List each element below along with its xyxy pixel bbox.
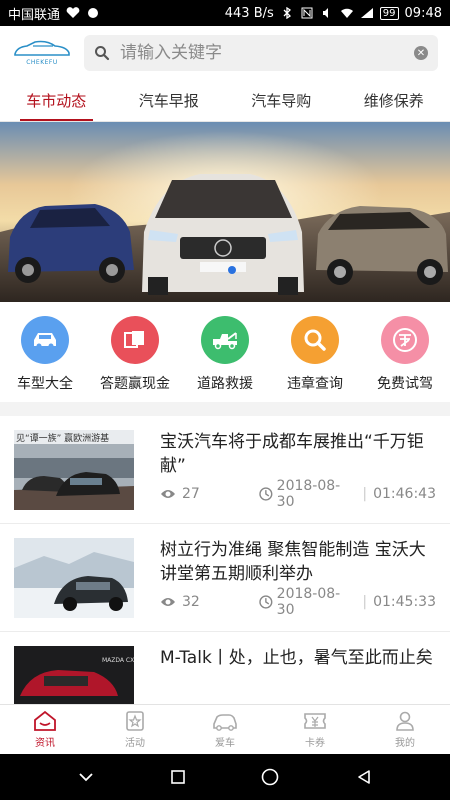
- bluetooth-icon: [283, 7, 291, 19]
- carrier-label: 中国联通: [8, 7, 61, 23]
- banner-carousel[interactable]: [0, 122, 450, 302]
- quick-action-label: 车型大全: [17, 376, 73, 392]
- views-count: 32: [160, 594, 259, 610]
- banner-image: [0, 122, 450, 302]
- category-tabs: 车市动态 汽车早报 汽车导购 维修保养: [0, 80, 450, 122]
- tab-car-market[interactable]: 车市动态: [0, 80, 113, 121]
- wifi-icon: [340, 8, 353, 18]
- header: CHEKEFU ✕: [0, 26, 450, 80]
- tabbar-news[interactable]: 资讯: [0, 705, 90, 754]
- net-speed: 443 B/s: [224, 5, 274, 21]
- logo-car-icon: [14, 40, 70, 56]
- tab-label: 汽车导购: [251, 92, 312, 110]
- search-icon: [291, 316, 339, 364]
- chevron-down-icon[interactable]: [77, 771, 95, 783]
- news-item[interactable]: 见“谭一族” 赢欧洲游基 宝沃汽车将于成都车展推出“千万钜献” 27 2018-…: [0, 416, 450, 524]
- views-value: 27: [182, 486, 200, 502]
- news-info: 树立行为准绳 聚焦智能制造 宝沃大讲堂第五期顺利举办 32 2018-08-30…: [160, 538, 436, 618]
- section-divider: [0, 402, 450, 416]
- car-icon: [21, 316, 69, 364]
- views-value: 32: [182, 594, 200, 610]
- home-button-icon[interactable]: [260, 767, 280, 787]
- search-input[interactable]: [120, 43, 404, 63]
- user-icon: [396, 711, 414, 731]
- news-info: 宝沃汽车将于成都车展推出“千万钜献” 27 2018-08-30 | 01:46…: [160, 430, 436, 510]
- search-bar[interactable]: ✕: [84, 35, 438, 71]
- quick-action-label: 免费试驾: [377, 376, 433, 392]
- publish-date: 2018-08-30: [276, 586, 341, 618]
- clock-icon: [259, 595, 273, 609]
- cards-icon: [111, 316, 159, 364]
- clear-icon[interactable]: ✕: [414, 46, 428, 60]
- news-item[interactable]: 树立行为准绳 聚焦智能制造 宝沃大讲堂第五期顺利举办 32 2018-08-30…: [0, 524, 450, 632]
- publish-date: 2018-08-30: [276, 478, 341, 510]
- signal-icon: [360, 8, 373, 18]
- status-bar: 中国联通 443 B/s 99 09:48: [0, 0, 450, 26]
- news-title: M-Talk丨处，止也，暑气至此而止矣: [160, 648, 433, 668]
- news-list: 见“谭一族” 赢欧洲游基 宝沃汽车将于成都车展推出“千万钜献” 27 2018-…: [0, 416, 450, 740]
- news-thumbnail: [14, 538, 134, 618]
- tabbar-label: 我的: [395, 738, 415, 749]
- tabbar-label: 爱车: [215, 738, 235, 749]
- tabbar-me[interactable]: 我的: [360, 705, 450, 754]
- publish-time: 2018-08-30 | 01:45:33: [259, 586, 436, 618]
- publish-clock: 01:46:43: [373, 486, 436, 502]
- quick-action-quiz[interactable]: 答题赢现金: [90, 316, 180, 393]
- thumbnail-caption: 见“谭一族” 赢欧洲游基: [16, 432, 109, 444]
- clock: 09:48: [404, 5, 442, 21]
- tabbar-coupons[interactable]: 卡券: [270, 705, 360, 754]
- system-nav-bar: [0, 754, 450, 800]
- news-meta: 32 2018-08-30 | 01:45:33: [160, 586, 436, 618]
- tabbar-label: 卡券: [305, 738, 325, 749]
- clock-icon: [259, 487, 273, 501]
- home-icon: [34, 710, 56, 731]
- quick-action-label: 违章查询: [287, 376, 343, 392]
- nfc-icon: [301, 7, 313, 19]
- tabbar-label: 活动: [125, 738, 145, 749]
- logo-text: CHEKEFU: [26, 59, 58, 66]
- tab-buying-guide[interactable]: 汽车导购: [225, 80, 338, 121]
- app-logo[interactable]: CHEKEFU: [12, 39, 72, 67]
- coupon-icon: [304, 713, 326, 729]
- quick-action-car-models[interactable]: 车型大全: [0, 316, 90, 393]
- tab-label: 维修保养: [363, 92, 424, 110]
- notification-icon: [88, 8, 99, 18]
- eye-icon: [161, 598, 175, 606]
- tow-truck-icon: [201, 316, 249, 364]
- battery-icon: 99: [379, 6, 399, 20]
- free-icon: [381, 316, 429, 364]
- publish-time: 2018-08-30 | 01:46:43: [259, 478, 436, 510]
- quick-action-violation-query[interactable]: 违章查询: [270, 316, 360, 393]
- quick-action-road-rescue[interactable]: 道路救援: [180, 316, 270, 393]
- publish-clock: 01:45:33: [373, 594, 436, 610]
- recents-icon[interactable]: [170, 769, 186, 785]
- star-badge-icon: [126, 711, 144, 731]
- quick-action-label: 道路救援: [197, 376, 253, 392]
- news-thumbnail: 见“谭一族” 赢欧洲游基: [14, 430, 134, 510]
- mute-icon: [322, 8, 328, 18]
- svg-text:MAZDA CX-: MAZDA CX-: [102, 657, 134, 664]
- tab-maintenance[interactable]: 维修保养: [338, 80, 450, 121]
- quick-action-test-drive[interactable]: 免费试驾: [360, 316, 450, 393]
- tab-morning-news[interactable]: 汽车早报: [113, 80, 226, 121]
- tabbar-label: 资讯: [35, 738, 55, 749]
- tab-label: 汽车早报: [138, 92, 199, 110]
- news-title: 宝沃汽车将于成都车展推出“千万钜献”: [160, 432, 424, 476]
- quick-actions: 车型大全 答题赢现金 道路救援 违章查询 免费试驾: [0, 302, 450, 402]
- bottom-tab-bar: 资讯 活动 爱车 卡券 我的: [0, 704, 450, 754]
- tabbar-activity[interactable]: 活动: [90, 705, 180, 754]
- back-icon[interactable]: [355, 768, 373, 786]
- heart-icon: [66, 7, 80, 18]
- search-icon: [95, 46, 110, 61]
- carousel-indicator[interactable]: [228, 266, 236, 274]
- quick-action-label: 答题赢现金: [100, 376, 170, 392]
- tab-label: 车市动态: [26, 92, 87, 110]
- views-count: 27: [160, 486, 259, 502]
- news-meta: 27 2018-08-30 | 01:46:43: [160, 478, 436, 510]
- tabbar-my-car[interactable]: 爱车: [180, 705, 270, 754]
- news-title: 树立行为准绳 聚焦智能制造 宝沃大讲堂第五期顺利举办: [160, 540, 426, 584]
- eye-icon: [161, 490, 175, 498]
- car-outline-icon: [213, 714, 237, 731]
